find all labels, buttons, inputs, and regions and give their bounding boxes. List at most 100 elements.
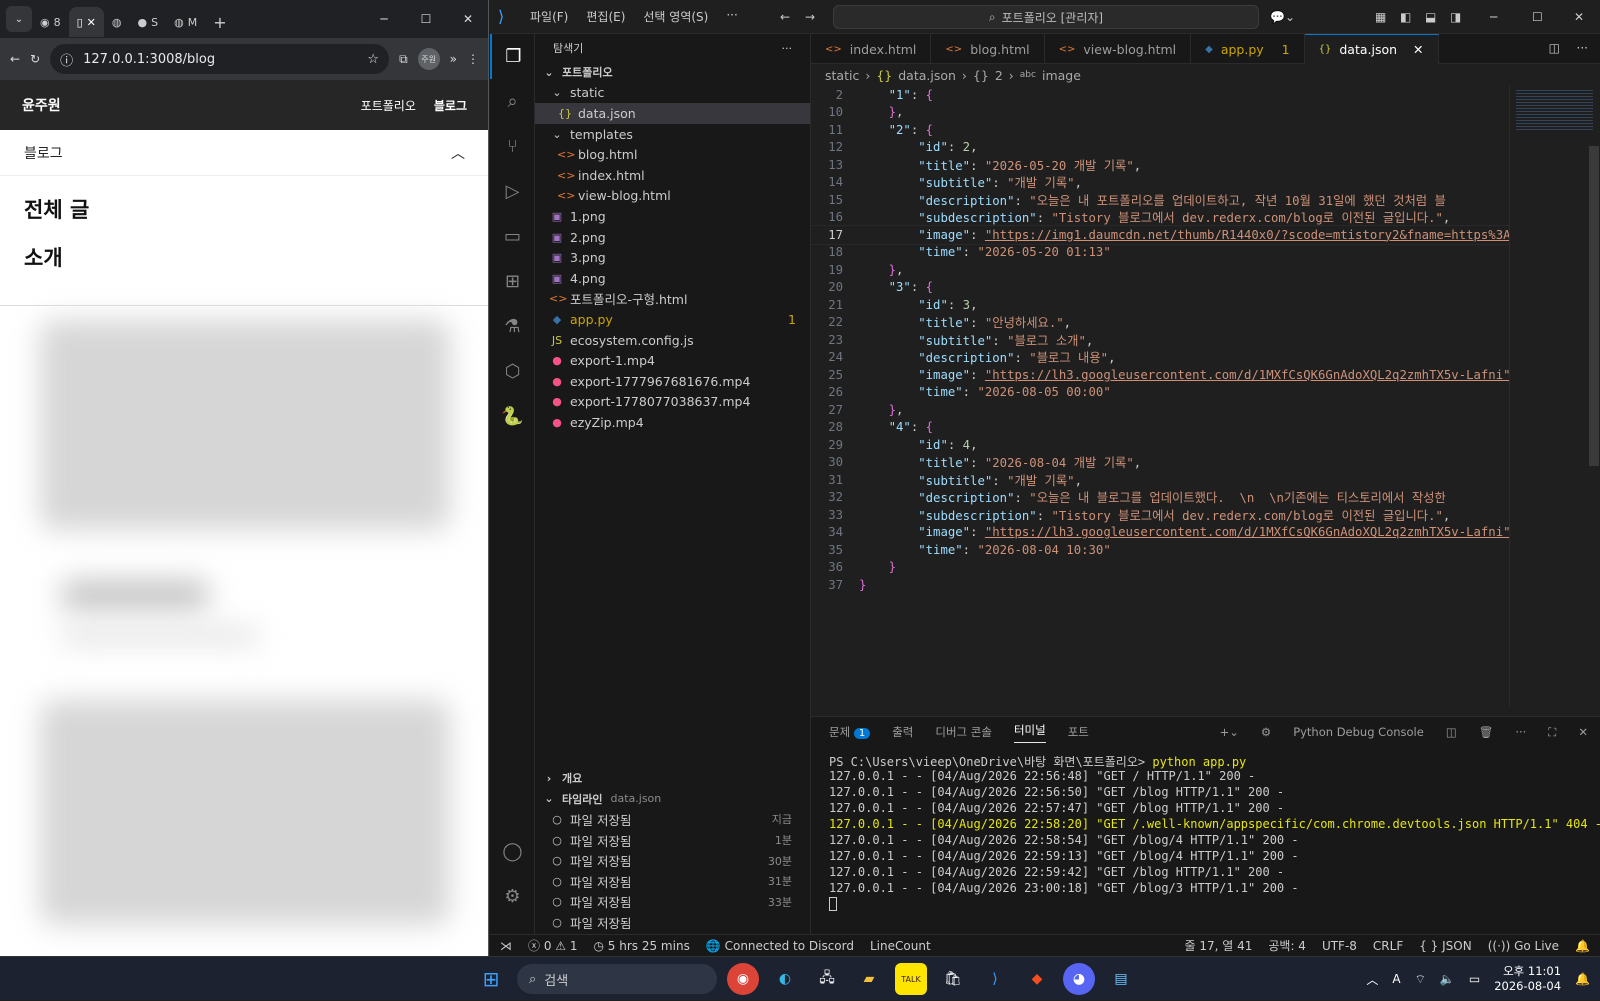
time-tracker[interactable]: ◷ 5 hrs 25 mins [594, 939, 690, 953]
wifi-icon[interactable]: ⌔ [1415, 972, 1426, 987]
timeline-section[interactable]: ⌄ 타임라인 data.json [535, 789, 810, 810]
menu-selection[interactable]: 선택 영역(S) [643, 8, 708, 25]
tab-output[interactable]: 출력 [892, 724, 913, 740]
testing-icon[interactable]: ⚗ [490, 304, 535, 349]
back-icon[interactable]: ← [10, 52, 20, 66]
close-tab-icon[interactable]: ✕ [1413, 42, 1423, 57]
maximize-panel-icon[interactable]: ⛶ [1548, 725, 1556, 740]
more-actions-icon[interactable]: ··· [782, 42, 793, 55]
editor-tab[interactable]: {} data.json ✕ [1304, 34, 1439, 64]
volume-icon[interactable]: 🔈 [1440, 972, 1455, 986]
problems-status[interactable]: ⓧ 0 ⚠ 1 [528, 937, 578, 954]
nav-blog-link[interactable]: 블로그 [434, 97, 467, 114]
line-ending[interactable]: CRLF [1373, 939, 1403, 953]
timeline-item[interactable]: ○ 파일 저장됨 1분 [535, 830, 810, 851]
toggle-sidebar-icon[interactable]: ◧ [1400, 10, 1411, 24]
toggle-panel-icon[interactable]: ⬓ [1425, 10, 1436, 24]
timeline-item[interactable]: ○ 파일 저장됨 31분 [535, 871, 810, 892]
run-debug-icon[interactable]: ▷ [490, 169, 535, 214]
tree-file[interactable]: ● export-1778077038637.mp4 [535, 392, 810, 413]
account-icon[interactable]: ◯ [490, 829, 535, 874]
editor-tab[interactable]: <> view-blog.html [1045, 34, 1192, 64]
site-brand[interactable]: 윤주원 [22, 95, 61, 115]
figma-app-icon[interactable]: ◆ [1021, 963, 1053, 995]
terminal[interactable]: PS C:\Users\vieep\OneDrive\바탕 화면\포트폴리오> … [811, 747, 1600, 919]
tab-problems[interactable]: 문제 1 [829, 724, 871, 740]
menu-more[interactable]: ··· [726, 8, 737, 25]
tree-file[interactable]: ● export-1777967681676.mp4 [535, 371, 810, 392]
tab-debug-console[interactable]: 디버그 콘솔 [935, 724, 992, 740]
breadcrumb-folder[interactable]: static [825, 68, 859, 83]
site-info-icon[interactable]: ⓘ [60, 50, 73, 69]
python-icon[interactable]: 🐍 [490, 394, 535, 439]
nav-forward-icon[interactable]: → [805, 10, 815, 24]
menu-item-all-posts[interactable]: 전체 글 [24, 194, 465, 224]
tree-folder[interactable]: ⌄ static [535, 83, 810, 104]
taskbar-search[interactable]: ⌕ 검색 [517, 964, 717, 994]
encoding[interactable]: UTF-8 [1322, 939, 1357, 953]
split-terminal-icon[interactable]: ◫ [1446, 725, 1457, 739]
ime-icon[interactable]: A [1392, 972, 1400, 986]
close-panel-icon[interactable]: ✕ [1578, 725, 1588, 739]
scrollbar[interactable] [1589, 146, 1599, 466]
reload-icon[interactable]: ↻ [30, 52, 40, 66]
minimize-icon[interactable]: ─ [363, 12, 405, 26]
browser-tab[interactable]: ◍ M [166, 7, 205, 37]
address-bar[interactable]: ⓘ 127.0.0.1:3008/blog ☆ [50, 44, 390, 74]
blurred-post-card[interactable] [40, 320, 450, 530]
tab-terminal[interactable]: 터미널 [1013, 722, 1046, 743]
root-folder[interactable]: ⌄ 포트폴리오 [535, 62, 810, 83]
menu-item-about[interactable]: 소개 [24, 242, 465, 272]
extensions-icon[interactable]: ⊞ [490, 259, 535, 304]
tree-file[interactable]: ▣ 1.png [535, 206, 810, 227]
nav-back-icon[interactable]: ← [780, 10, 790, 24]
remote-explorer-icon[interactable]: ▭ [490, 214, 535, 259]
notification-bell-icon[interactable]: 🔔 [1575, 972, 1590, 986]
tree-file[interactable]: {} data.json [535, 103, 810, 124]
file-explorer-icon[interactable]: ▰ [853, 963, 885, 995]
code-editor[interactable]: 2 "1": {10 }, 11 "2": {12 "id": 2, 13 "tit… [811, 86, 1509, 706]
trash-icon[interactable]: 🗑 [1479, 725, 1494, 739]
bookmark-star-icon[interactable]: ☆ [367, 52, 379, 67]
extensions-icon[interactable]: ⧉ [399, 52, 408, 67]
terminal-session[interactable]: Python Debug Console [1293, 725, 1424, 739]
tray-chevron-icon[interactable]: ︿ [1366, 971, 1378, 988]
windows-start-icon[interactable]: ⊞ [475, 963, 507, 995]
discord-status[interactable]: 🌐 Connected to Discord [706, 939, 854, 953]
profile-avatar[interactable]: 주원 [417, 48, 440, 70]
maximize-icon[interactable]: ☐ [405, 12, 447, 26]
maximize-icon[interactable]: ☐ [1532, 10, 1543, 24]
breadcrumb-key[interactable]: 2 [995, 68, 1003, 83]
linecount-status[interactable]: LineCount [870, 939, 931, 953]
settings-gear-icon[interactable]: ⚙ [490, 874, 535, 919]
kakaotalk-icon[interactable]: TALK [895, 963, 927, 995]
blurred-post-card[interactable] [40, 700, 450, 925]
clock[interactable]: 오후 11:01 2026-08-04 [1494, 964, 1561, 994]
source-control-icon[interactable]: ⑂ [490, 124, 535, 169]
chrome-app-icon[interactable]: ◉ [727, 963, 759, 995]
tree-file[interactable]: <> view-blog.html [535, 186, 810, 207]
overflow-chevron-icon[interactable]: » [450, 52, 457, 66]
notepad-app-icon[interactable]: ▤ [1105, 963, 1137, 995]
editor-tab[interactable]: <> index.html [811, 34, 932, 64]
tree-file[interactable]: <> 포트폴리오-구형.html [535, 289, 810, 310]
vscode-app-icon[interactable]: ⟩ [979, 963, 1011, 995]
browser-tab-active[interactable]: ▯ ✕ [68, 7, 104, 37]
more-actions-icon[interactable]: ··· [1515, 725, 1526, 739]
network-app-icon[interactable]: 🖧 [811, 963, 843, 995]
remote-indicator-icon[interactable]: ⋊ [500, 939, 512, 953]
command-center[interactable]: ⌕ 포트폴리오 [관리자] [833, 5, 1259, 29]
copilot-icon[interactable]: 💬⌄ [1270, 10, 1295, 24]
search-icon[interactable]: ⌕ [490, 79, 535, 124]
menu-edit[interactable]: 편집(E) [586, 8, 625, 25]
outline-section[interactable]: › 개요 [535, 768, 810, 789]
edge-app-icon[interactable]: ◐ [769, 963, 801, 995]
tree-file[interactable]: <> index.html [535, 165, 810, 186]
breadcrumb-file[interactable]: data.json [898, 68, 956, 83]
cursor-position[interactable]: 줄 17, 열 41 [1184, 937, 1252, 954]
tree-file[interactable]: ● ezyZip.mp4 [535, 412, 810, 433]
close-icon[interactable]: ✕ [1574, 10, 1584, 24]
minimize-icon[interactable]: ─ [1490, 10, 1497, 24]
tree-file[interactable]: ▣ 2.png [535, 227, 810, 248]
tree-file[interactable]: ▣ 4.png [535, 268, 810, 289]
